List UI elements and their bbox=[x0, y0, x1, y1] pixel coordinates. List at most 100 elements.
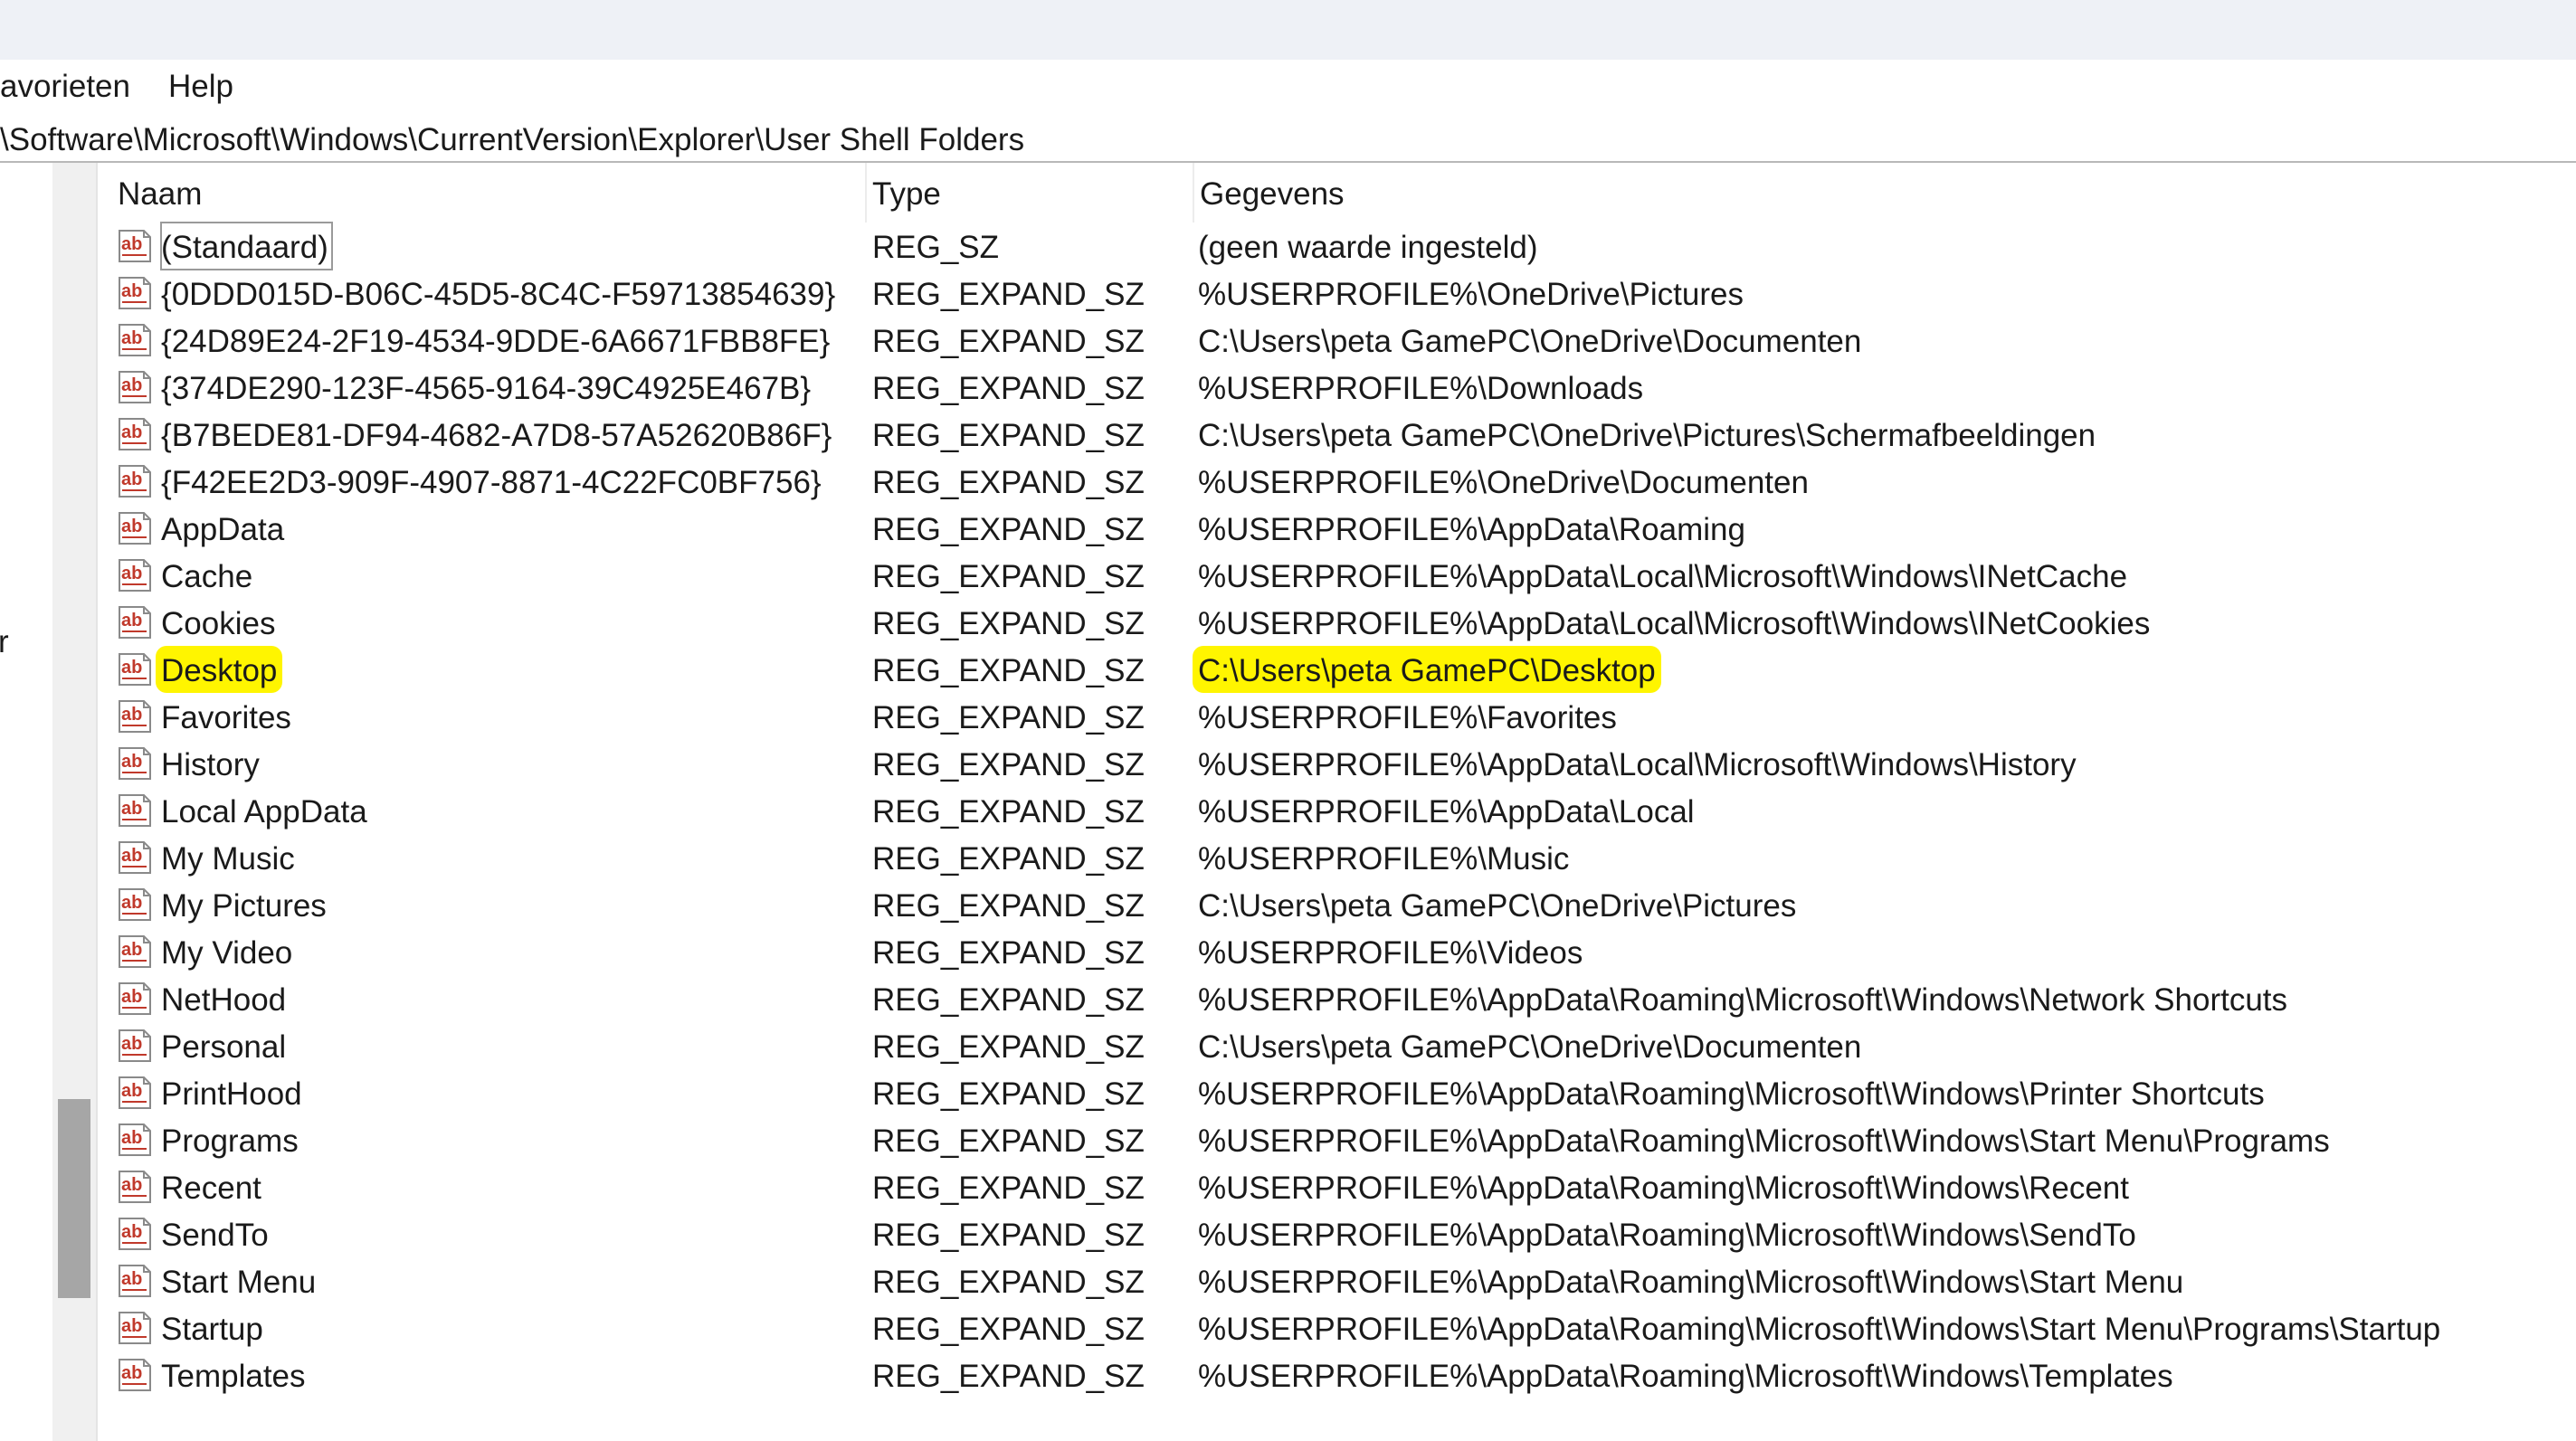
svg-text:ab: ab bbox=[121, 375, 142, 395]
table-row[interactable]: ab Cookies REG_EXPAND_SZ %USERPROFILE%\AppD… bbox=[112, 599, 2576, 646]
column-header-type[interactable]: Type bbox=[865, 163, 1193, 223]
value-name: {24D89E24-2F19-4534-9DDE-6A6671FBB8FE} bbox=[161, 324, 831, 359]
reg-string-ab-icon: ab bbox=[117, 1263, 153, 1299]
value-name: Recent bbox=[161, 1171, 261, 1206]
value-data: C:\Users\peta GamePC\OneDrive\Documenten bbox=[1198, 1029, 1862, 1065]
value-data: %USERPROFILE%\AppData\Roaming\Microsoft\… bbox=[1198, 1218, 2136, 1253]
table-row[interactable]: ab Personal REG_EXPAND_SZ C:\Users\peta Gam… bbox=[112, 1022, 2576, 1069]
value-name: My Video bbox=[161, 935, 293, 971]
list-rows: ab (Standaard) REG_SZ (geen waarde ingestel… bbox=[112, 222, 2576, 1398]
value-data: (geen waarde ingesteld) bbox=[1198, 230, 1538, 265]
menu-help[interactable]: Help bbox=[168, 60, 233, 114]
value-type: REG_SZ bbox=[872, 230, 1000, 265]
table-row[interactable]: ab Local AppData REG_EXPAND_SZ %USERPROFILE… bbox=[112, 787, 2576, 834]
svg-text:ab: ab bbox=[121, 281, 142, 301]
table-row[interactable]: ab Startup REG_EXPAND_SZ %USERPROFILE%\AppD… bbox=[112, 1304, 2576, 1351]
table-row[interactable]: ab Templates REG_EXPAND_SZ %USERPROFILE%\Ap… bbox=[112, 1351, 2576, 1398]
table-row[interactable]: ab Cache REG_EXPAND_SZ %USERPROFILE%\AppDat… bbox=[112, 552, 2576, 599]
table-row[interactable]: ab SendTo REG_EXPAND_SZ %USERPROFILE%\AppDa… bbox=[112, 1210, 2576, 1257]
value-data: C:\Users\peta GamePC\OneDrive\Pictures\S… bbox=[1198, 418, 2096, 453]
table-row[interactable]: ab Favorites REG_EXPAND_SZ %USERPROFILE%\Fa… bbox=[112, 693, 2576, 740]
value-name: Startup bbox=[161, 1312, 263, 1347]
address-bar[interactable]: \Software\Microsoft\Windows\CurrentVersi… bbox=[0, 114, 2576, 163]
svg-text:ab: ab bbox=[121, 1222, 142, 1242]
column-header: Naam Type Gegevens bbox=[112, 163, 2576, 223]
svg-text:ab: ab bbox=[121, 328, 142, 348]
table-row[interactable]: ab PrintHood REG_EXPAND_SZ %USERPROFILE%\Ap… bbox=[112, 1069, 2576, 1116]
menu-favorites[interactable]: avorieten bbox=[0, 60, 130, 114]
value-type: REG_EXPAND_SZ bbox=[872, 935, 1145, 971]
reg-string-ab-icon: ab bbox=[117, 792, 153, 829]
value-type: REG_EXPAND_SZ bbox=[872, 700, 1145, 735]
menu-bar: avorieten Help bbox=[0, 60, 2576, 115]
tree-scrollbar[interactable] bbox=[52, 163, 96, 1441]
tree-pane[interactable]: r bbox=[0, 163, 52, 1441]
table-row[interactable]: ab Recent REG_EXPAND_SZ %USERPROFILE%\AppDa… bbox=[112, 1163, 2576, 1210]
value-name: History bbox=[161, 747, 260, 782]
table-row[interactable]: ab History REG_EXPAND_SZ %USERPROFILE%\AppD… bbox=[112, 740, 2576, 787]
value-type: REG_EXPAND_SZ bbox=[872, 324, 1145, 359]
column-header-data[interactable]: Gegevens bbox=[1193, 163, 2576, 223]
value-type: REG_EXPAND_SZ bbox=[872, 1359, 1145, 1394]
reg-string-ab-icon: ab bbox=[117, 981, 153, 1017]
table-row[interactable]: ab {F42EE2D3-909F-4907-8871-4C22FC0BF756}… bbox=[112, 458, 2576, 505]
value-type: REG_EXPAND_SZ bbox=[872, 1076, 1145, 1112]
svg-text:ab: ab bbox=[121, 1269, 142, 1289]
value-type: REG_EXPAND_SZ bbox=[872, 747, 1145, 782]
table-row[interactable]: ab My Video REG_EXPAND_SZ %USERPROFILE%\Vid… bbox=[112, 928, 2576, 975]
svg-text:ab: ab bbox=[121, 517, 142, 536]
svg-text:ab: ab bbox=[121, 234, 142, 254]
table-row[interactable]: ab {0DDD015D-B06C-45D5-8C4C-F59713854639}… bbox=[112, 270, 2576, 317]
value-data: %USERPROFILE%\AppData\Local\Microsoft\Wi… bbox=[1198, 606, 2151, 641]
table-row[interactable]: ab {374DE290-123F-4565-9164-39C4925E467B}… bbox=[112, 364, 2576, 411]
reg-string-ab-icon: ab bbox=[117, 463, 153, 499]
value-name: {374DE290-123F-4565-9164-39C4925E467B} bbox=[161, 371, 812, 406]
value-type: REG_EXPAND_SZ bbox=[872, 559, 1145, 594]
svg-text:ab: ab bbox=[121, 1034, 142, 1054]
table-row[interactable]: ab {24D89E24-2F19-4534-9DDE-6A6671FBB8FE}… bbox=[112, 317, 2576, 364]
table-row[interactable]: ab My Pictures REG_EXPAND_SZ C:\Users\peta … bbox=[112, 881, 2576, 928]
value-data: C:\Users\peta GamePC\OneDrive\Pictures bbox=[1198, 888, 1797, 924]
table-row[interactable]: ab Desktop REG_EXPAND_SZ C:\Users\peta Game… bbox=[112, 646, 2576, 693]
reg-string-ab-icon: ab bbox=[117, 1169, 153, 1205]
value-name: SendTo bbox=[161, 1218, 269, 1253]
svg-text:ab: ab bbox=[121, 469, 142, 489]
reg-string-ab-icon: ab bbox=[117, 745, 153, 782]
reg-string-ab-icon: ab bbox=[117, 698, 153, 735]
reg-string-ab-icon: ab bbox=[117, 1028, 153, 1064]
value-data: %USERPROFILE%\Videos bbox=[1198, 935, 1583, 971]
value-type: REG_EXPAND_SZ bbox=[872, 1123, 1145, 1159]
reg-string-ab-icon: ab bbox=[117, 416, 153, 452]
value-data: %USERPROFILE%\AppData\Roaming\Microsoft\… bbox=[1198, 1123, 2330, 1159]
value-name: Desktop bbox=[156, 646, 283, 693]
value-data: %USERPROFILE%\AppData\Roaming\Microsoft\… bbox=[1198, 1171, 2129, 1206]
value-data: %USERPROFILE%\AppData\Local\Microsoft\Wi… bbox=[1198, 559, 2128, 594]
table-row[interactable]: ab {B7BEDE81-DF94-4682-A7D8-57A52620B86F}… bbox=[112, 411, 2576, 458]
pane-splitter[interactable] bbox=[96, 163, 114, 1441]
table-row[interactable]: ab NetHood REG_EXPAND_SZ %USERPROFILE%\AppD… bbox=[112, 975, 2576, 1022]
svg-text:ab: ab bbox=[121, 1175, 142, 1195]
table-row[interactable]: ab AppData REG_EXPAND_SZ %USERPROFILE%\AppD… bbox=[112, 505, 2576, 552]
table-row[interactable]: ab My Music REG_EXPAND_SZ %USERPROFILE%\Mus… bbox=[112, 834, 2576, 881]
value-data: %USERPROFILE%\Favorites bbox=[1198, 700, 1617, 735]
table-row[interactable]: ab (Standaard) REG_SZ (geen waarde ingestel… bbox=[112, 222, 2576, 270]
values-list: Naam Type Gegevens ab (Standaard) REG_SZ (g… bbox=[112, 163, 2576, 1441]
value-data: %USERPROFILE%\Downloads bbox=[1198, 371, 1644, 406]
address-path[interactable]: \Software\Microsoft\Windows\CurrentVersi… bbox=[0, 114, 1024, 161]
column-header-name[interactable]: Naam bbox=[112, 163, 865, 223]
reg-string-ab-icon: ab bbox=[117, 1310, 153, 1346]
value-type: REG_EXPAND_SZ bbox=[872, 371, 1145, 406]
value-name: PrintHood bbox=[161, 1076, 302, 1112]
value-data: %USERPROFILE%\OneDrive\Documenten bbox=[1198, 465, 1809, 500]
table-row[interactable]: ab Start Menu REG_EXPAND_SZ %USERPROFILE%\A… bbox=[112, 1257, 2576, 1304]
reg-string-ab-icon: ab bbox=[117, 369, 153, 405]
svg-text:ab: ab bbox=[121, 611, 142, 630]
value-data: C:\Users\peta GamePC\Desktop bbox=[1193, 646, 1661, 693]
value-type: REG_EXPAND_SZ bbox=[872, 982, 1145, 1018]
tree-item-fragment[interactable]: r bbox=[0, 624, 9, 660]
scrollbar-thumb[interactable] bbox=[58, 1099, 90, 1298]
value-data: %USERPROFILE%\OneDrive\Pictures bbox=[1198, 277, 1744, 312]
value-name: {F42EE2D3-909F-4907-8871-4C22FC0BF756} bbox=[161, 465, 822, 500]
table-row[interactable]: ab Programs REG_EXPAND_SZ %USERPROFILE%\App… bbox=[112, 1116, 2576, 1163]
value-name: Cache bbox=[161, 559, 253, 594]
